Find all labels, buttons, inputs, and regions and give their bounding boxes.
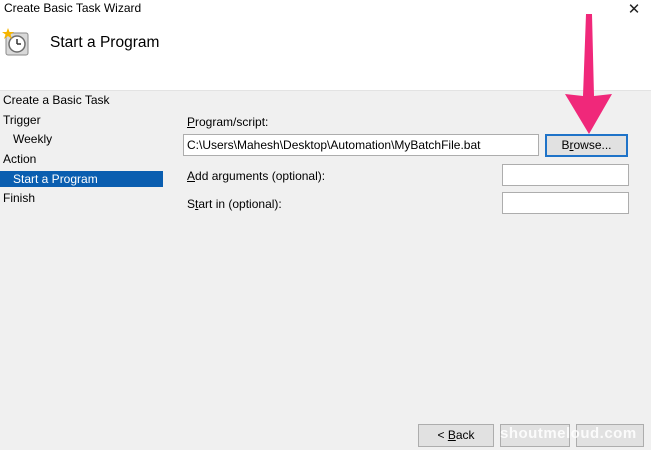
- task-scheduler-clock-icon: [2, 28, 29, 56]
- watermark: shoutmeloud.com: [500, 425, 637, 442]
- label-part: ack: [455, 428, 475, 442]
- program-script-value: C:\Users\Mahesh\Desktop\Automation\MyBat…: [187, 138, 481, 152]
- start-in-input[interactable]: [502, 192, 629, 214]
- program-script-input[interactable]: C:\Users\Mahesh\Desktop\Automation\MyBat…: [183, 134, 539, 156]
- start-in-label: Start in (optional):: [187, 197, 282, 211]
- nav-step-finish: Finish: [0, 190, 35, 206]
- nav-step-label: Finish: [3, 191, 36, 205]
- program-script-label: Program/script:: [187, 115, 268, 129]
- page-title: Start a Program: [50, 34, 160, 51]
- nav-step-trigger: Trigger: [0, 112, 41, 128]
- label-part: owse...: [573, 138, 612, 152]
- nav-step-label: Action: [3, 152, 37, 166]
- nav-step-label: Start a Program: [13, 172, 98, 186]
- nav-step-action: Action: [0, 151, 36, 167]
- label-part: rogram/script:: [195, 115, 269, 129]
- nav-step-label: Create a Basic Task: [3, 93, 110, 107]
- label-part: B: [561, 138, 570, 152]
- nav-step-create-basic-task: Create a Basic Task: [0, 92, 110, 108]
- back-button[interactable]: < Back: [418, 424, 494, 447]
- close-icon: ✕: [627, 1, 641, 18]
- wizard-body: Create a Basic Task Trigger Weekly Actio…: [0, 91, 651, 450]
- label-part: <: [437, 428, 448, 442]
- wizard-header: Start a Program: [0, 18, 651, 90]
- nav-step-weekly: Weekly: [0, 131, 52, 147]
- label-part: B: [447, 428, 456, 442]
- add-arguments-input[interactable]: [502, 164, 629, 186]
- browse-button[interactable]: Browse...: [545, 134, 628, 157]
- label-part: A: [187, 169, 196, 183]
- window-title: Create Basic Task Wizard: [4, 1, 142, 15]
- title-bar: Create Basic Task Wizard ✕: [0, 0, 651, 18]
- nav-step-start-a-program: Start a Program: [0, 171, 163, 187]
- nav-step-label: Weekly: [13, 132, 53, 146]
- close-button[interactable]: ✕: [617, 0, 651, 18]
- label-part: dd arguments (optional):: [195, 169, 326, 183]
- nav-step-label: Trigger: [3, 113, 41, 127]
- add-arguments-label: Add arguments (optional):: [187, 169, 325, 183]
- label-part: art in (optional):: [198, 197, 282, 211]
- label-part: S: [187, 197, 196, 211]
- label-part: P: [187, 115, 196, 129]
